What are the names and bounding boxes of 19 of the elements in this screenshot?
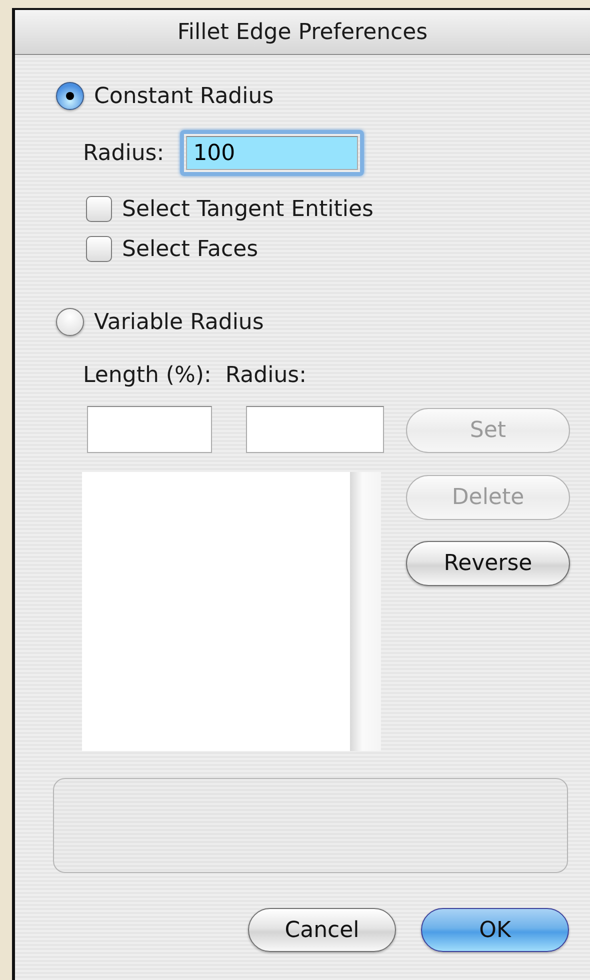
field-label: Radius:: [83, 140, 164, 166]
scrollbar[interactable]: [350, 472, 381, 751]
checkbox-label: Select Tangent Entities: [122, 196, 374, 222]
radio-label: Constant Radius: [94, 84, 274, 108]
field-label: Length (%):: [83, 363, 212, 388]
window-title: Fillet Edge Preferences: [177, 20, 428, 44]
radius-field[interactable]: 100: [186, 136, 358, 170]
radio-button[interactable]: [56, 82, 84, 110]
length-field[interactable]: [87, 406, 212, 453]
field-label: Radius:: [225, 363, 307, 388]
radio-label: Variable Radius: [94, 310, 264, 334]
radio-button[interactable]: [56, 308, 84, 336]
checkbox[interactable]: [86, 236, 112, 262]
button[interactable]: Cancel: [248, 908, 396, 952]
checkbox-label: Select Faces: [122, 236, 258, 262]
ok-button[interactable]: OK: [421, 908, 569, 952]
button[interactable]: Reverse: [406, 541, 570, 586]
checkbox[interactable]: [86, 196, 112, 222]
radius-field[interactable]: [246, 406, 384, 453]
